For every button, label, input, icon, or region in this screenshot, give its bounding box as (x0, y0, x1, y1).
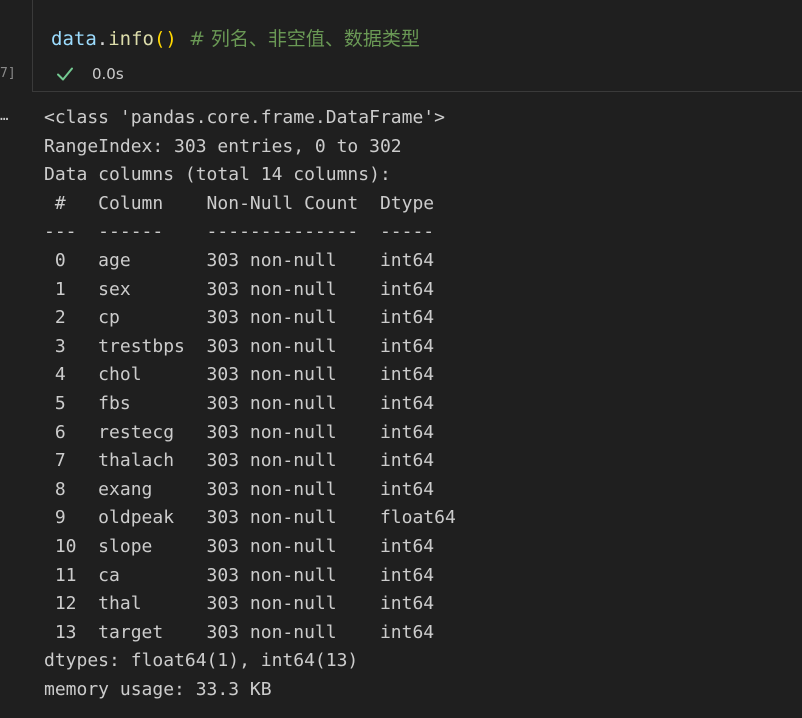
output-line: 0 age 303 non-null int64 (44, 249, 456, 271)
output-line: 10 slope 303 non-null int64 (44, 535, 456, 557)
code-comment: # 列名、非空值、数据类型 (176, 28, 420, 50)
output-line: 6 restecg 303 non-null int64 (44, 421, 456, 443)
code-variable: data (51, 28, 97, 50)
output-menu-icon[interactable]: … (0, 108, 9, 124)
output-line: 3 trestbps 303 non-null int64 (44, 335, 456, 357)
output-line: # Column Non-Null Count Dtype (44, 192, 456, 214)
output-line: 12 thal 303 non-null int64 (44, 593, 456, 615)
output-line: 11 ca 303 non-null int64 (44, 564, 456, 586)
output-line: <class 'pandas.core.frame.DataFrame'> (44, 107, 445, 128)
output-line: 4 chol 303 non-null int64 (44, 364, 456, 386)
output-line: memory usage: 33.3 KB (44, 678, 272, 700)
notebook-page: 7] data.info() # 列名、非空值、数据类型 0.0s … <cla… (0, 0, 802, 718)
output-line: 8 exang 303 non-null int64 (44, 478, 456, 500)
output-line: 2 cp 303 non-null int64 (44, 307, 456, 329)
execution-count: 7] (0, 66, 16, 81)
code-line[interactable]: data.info() # 列名、非空值、数据类型 (51, 26, 420, 52)
output-line: 5 fbs 303 non-null int64 (44, 392, 456, 414)
output-line: --- ------ -------------- ----- (44, 221, 456, 243)
output-line: 7 thalach 303 non-null int64 (44, 450, 456, 472)
check-icon (57, 67, 73, 81)
output-line: Data columns (total 14 columns): (44, 164, 391, 186)
execution-duration: 0.0s (92, 65, 124, 83)
output-line: dtypes: float64(1), int64(13) (44, 650, 359, 672)
code-dot: . (96, 28, 109, 50)
cell-output: <class 'pandas.core.frame.DataFrame'> Ran… (44, 104, 456, 704)
output-line: 13 target 303 non-null int64 (44, 621, 456, 643)
execution-status: 0.0s (56, 62, 124, 86)
code-parens: () (153, 28, 177, 50)
output-line: RangeIndex: 303 entries, 0 to 302 (44, 135, 402, 157)
code-function: info (108, 28, 154, 50)
output-line: 9 oldpeak 303 non-null float64 (44, 507, 456, 529)
output-line: 1 sex 303 non-null int64 (44, 278, 456, 300)
